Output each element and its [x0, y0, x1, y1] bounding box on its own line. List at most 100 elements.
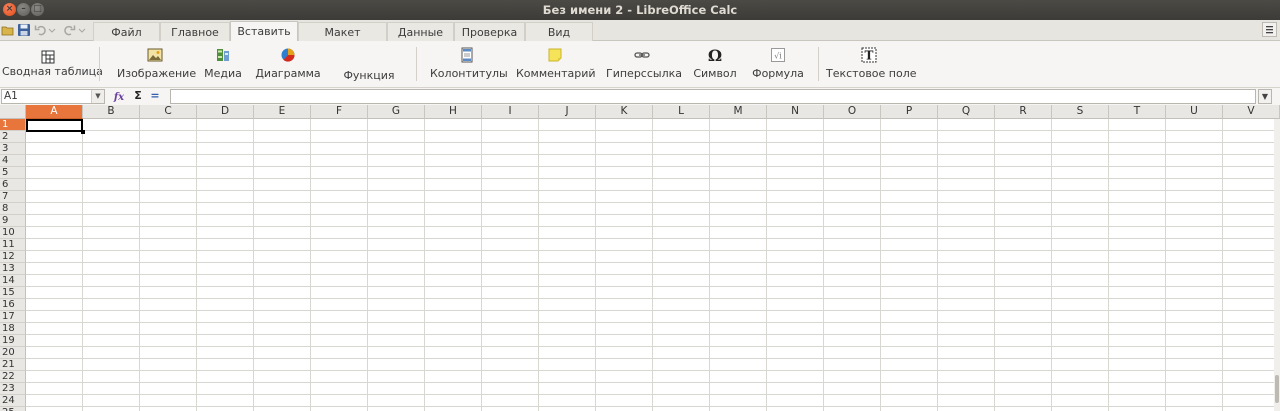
expand-formula-bar-button[interactable]: ▼: [1258, 89, 1272, 104]
row-header-12[interactable]: 12: [0, 251, 26, 263]
column-header-a[interactable]: A: [26, 105, 83, 119]
row-header-15[interactable]: 15: [0, 287, 26, 299]
row-header-19[interactable]: 19: [0, 335, 26, 347]
save-icon[interactable]: [17, 23, 31, 37]
column-header-s[interactable]: S: [1052, 105, 1109, 119]
symbol-label: Символ: [693, 67, 737, 80]
headers-footers-button[interactable]: Колонтитулы: [430, 45, 508, 85]
column-header-u[interactable]: U: [1166, 105, 1223, 119]
row-header-22[interactable]: 22: [0, 371, 26, 383]
hyperlink-label: Гиперссылка: [606, 67, 682, 80]
formula-object-icon: √i: [771, 48, 785, 62]
insert-chart-button[interactable]: Диаграмма: [254, 45, 322, 85]
column-header-m[interactable]: M: [710, 105, 767, 119]
row-header-8[interactable]: 8: [0, 203, 26, 215]
pivot-table-label: Сводная таблица: [2, 65, 103, 78]
tab-file[interactable]: Файл: [93, 22, 160, 41]
main-menu-button[interactable]: [1262, 22, 1277, 37]
tab-page-layout[interactable]: Макет страницы: [298, 22, 387, 58]
row-header-24[interactable]: 24: [0, 395, 26, 407]
scrollbar-thumb[interactable]: [1275, 375, 1279, 403]
column-header-q[interactable]: Q: [938, 105, 995, 119]
image-label: Изображение: [117, 67, 197, 80]
column-header-h[interactable]: H: [425, 105, 482, 119]
image-icon: [147, 48, 163, 62]
function-wizard-icon: fx: [113, 92, 125, 103]
undo-dropdown-icon[interactable]: [48, 23, 56, 37]
insert-hyperlink-button[interactable]: Гиперссылка: [606, 45, 682, 85]
tab-insert[interactable]: Вставить: [230, 21, 298, 42]
column-header-l[interactable]: L: [653, 105, 710, 119]
insert-symbol-button[interactable]: Ω Символ: [690, 45, 740, 85]
row-header-1[interactable]: 1: [0, 119, 26, 131]
formula-input[interactable]: [170, 89, 1256, 104]
select-all-corner[interactable]: [0, 105, 26, 119]
column-header-v[interactable]: V: [1223, 105, 1280, 119]
chevron-down-icon[interactable]: ▼: [91, 90, 104, 103]
column-header-f[interactable]: F: [311, 105, 368, 119]
formula-bar: A1 ▼ fx Σ = ▼: [0, 88, 1280, 105]
open-folder-icon[interactable]: [1, 23, 15, 37]
sum-button[interactable]: Σ: [131, 89, 145, 103]
insert-media-button[interactable]: Медиа: [202, 45, 244, 85]
column-header-c[interactable]: C: [140, 105, 197, 119]
redo-dropdown-icon[interactable]: [78, 23, 86, 37]
vertical-scrollbar[interactable]: [1274, 119, 1280, 411]
fill-handle[interactable]: [81, 130, 85, 134]
redo-icon[interactable]: [62, 23, 76, 37]
sum-icon: Σ: [134, 89, 142, 102]
row-header-2[interactable]: 2: [0, 131, 26, 143]
tab-view[interactable]: Вид: [525, 22, 593, 41]
row-header-11[interactable]: 11: [0, 239, 26, 251]
insert-image-button[interactable]: Изображение: [117, 45, 197, 85]
tab-data[interactable]: Данные: [387, 22, 454, 41]
column-header-j[interactable]: J: [539, 105, 596, 119]
column-header-k[interactable]: K: [596, 105, 653, 119]
formula-equals-button[interactable]: =: [148, 89, 162, 103]
tab-review[interactable]: Проверка: [454, 22, 525, 41]
cell-area[interactable]: [26, 119, 1274, 411]
insert-function-button[interactable]: Функция: [338, 45, 400, 85]
row-header-21[interactable]: 21: [0, 359, 26, 371]
row-header-25[interactable]: 25: [0, 407, 26, 411]
column-header-e[interactable]: E: [254, 105, 311, 119]
hyperlink-chain-icon: [634, 52, 650, 58]
row-header-10[interactable]: 10: [0, 227, 26, 239]
active-cell-cursor[interactable]: [26, 119, 83, 132]
omega-icon: Ω: [708, 47, 722, 63]
column-header-p[interactable]: P: [881, 105, 938, 119]
row-header-23[interactable]: 23: [0, 383, 26, 395]
pivot-table-icon: [41, 50, 55, 64]
row-header-20[interactable]: 20: [0, 347, 26, 359]
column-header-d[interactable]: D: [197, 105, 254, 119]
row-header-14[interactable]: 14: [0, 275, 26, 287]
row-header-17[interactable]: 17: [0, 311, 26, 323]
row-header-9[interactable]: 9: [0, 215, 26, 227]
row-header-16[interactable]: 16: [0, 299, 26, 311]
row-header-5[interactable]: 5: [0, 167, 26, 179]
name-box[interactable]: A1 ▼: [1, 89, 105, 104]
insert-formula-button[interactable]: √i Формула: [750, 45, 806, 85]
column-header-b[interactable]: B: [83, 105, 140, 119]
function-wizard-button[interactable]: fx: [112, 89, 126, 103]
undo-icon[interactable]: [34, 23, 48, 37]
row-header-4[interactable]: 4: [0, 155, 26, 167]
row-header-18[interactable]: 18: [0, 323, 26, 335]
column-header-g[interactable]: G: [368, 105, 425, 119]
column-header-r[interactable]: R: [995, 105, 1052, 119]
tab-home[interactable]: Главное: [160, 22, 230, 41]
column-header-o[interactable]: O: [824, 105, 881, 119]
row-header-6[interactable]: 6: [0, 179, 26, 191]
window-title: Без имени 2 - LibreOffice Calc: [542, 3, 738, 17]
svg-text:T: T: [865, 49, 874, 63]
row-header-3[interactable]: 3: [0, 143, 26, 155]
media-icon: [217, 49, 229, 61]
column-header-t[interactable]: T: [1109, 105, 1166, 119]
insert-comment-button[interactable]: Комментарий: [516, 45, 596, 85]
row-header-7[interactable]: 7: [0, 191, 26, 203]
column-header-i[interactable]: I: [482, 105, 539, 119]
row-header-13[interactable]: 13: [0, 263, 26, 275]
pivot-table-button[interactable]: Сводная таблица: [2, 45, 103, 85]
insert-textbox-button[interactable]: T Текстовое поле: [826, 45, 917, 85]
column-header-n[interactable]: N: [767, 105, 824, 119]
